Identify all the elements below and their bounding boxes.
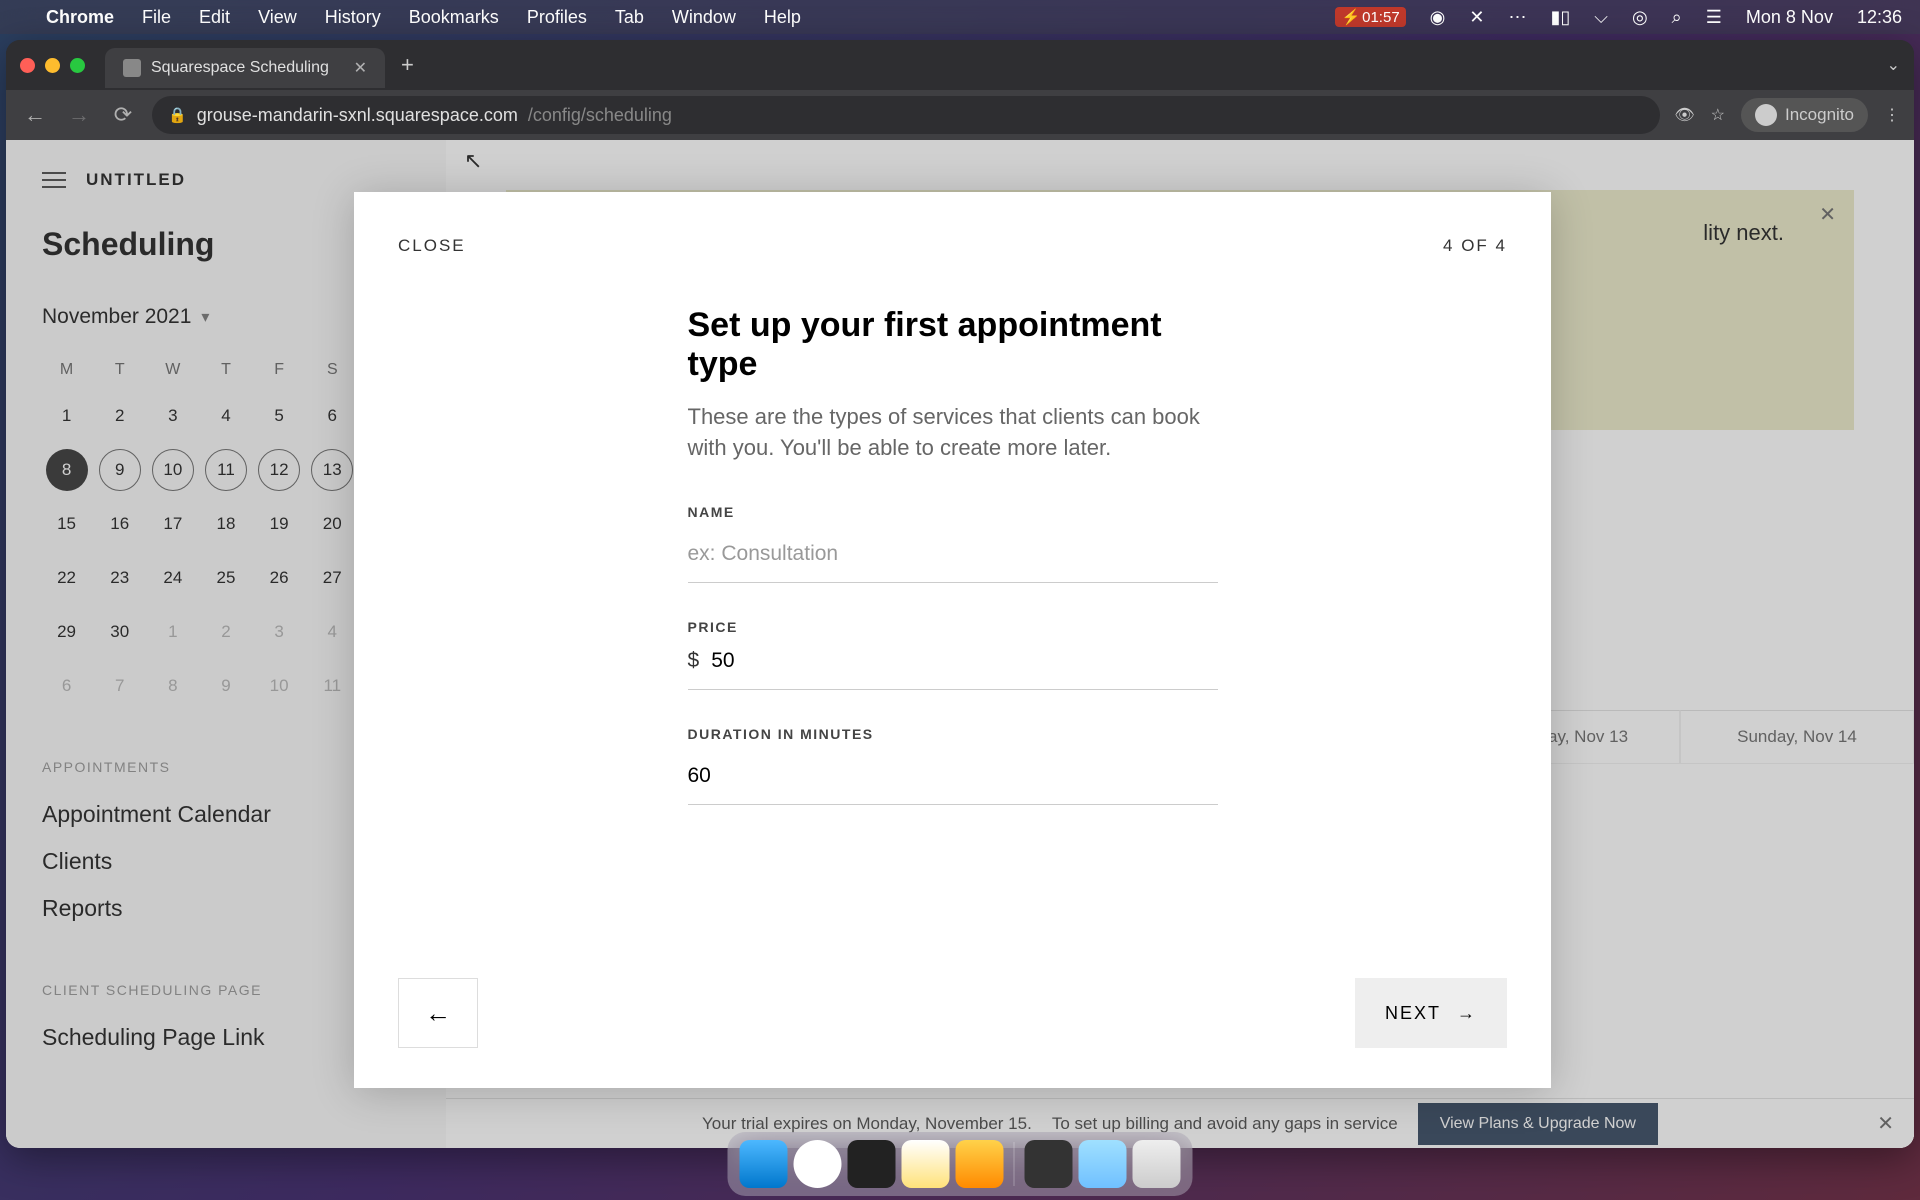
modal-step-indicator: 4 OF 4: [1443, 236, 1507, 256]
wifi-icon[interactable]: ⌵: [1594, 7, 1608, 28]
menu-tab[interactable]: Tab: [615, 7, 644, 28]
chrome-toolbar: ← → ⟳ 🔒 grouse-mandarin-sxnl.squarespace…: [6, 90, 1914, 140]
menu-history[interactable]: History: [325, 7, 381, 28]
menu-file[interactable]: File: [142, 7, 171, 28]
chrome-window: Squarespace Scheduling ✕ + ⌄ ← → ⟳ 🔒 gro…: [6, 40, 1914, 1148]
menu-window[interactable]: Window: [672, 7, 736, 28]
status-icon-2[interactable]: ✕: [1469, 7, 1484, 28]
reload-button[interactable]: ⟳: [108, 102, 138, 128]
status-icon-1[interactable]: ◉: [1430, 7, 1446, 28]
setup-modal: CLOSE 4 OF 4 Set up your first appointme…: [354, 192, 1551, 1088]
url-host: grouse-mandarin-sxnl.squarespace.com: [197, 105, 518, 126]
dock-finder-icon[interactable]: [740, 1140, 788, 1188]
window-minimize-button[interactable]: [45, 58, 60, 73]
forward-button[interactable]: →: [64, 102, 94, 128]
arrow-left-icon: ←: [425, 998, 451, 1029]
menubar-app-name[interactable]: Chrome: [46, 7, 114, 28]
window-close-button[interactable]: [20, 58, 35, 73]
menu-profiles[interactable]: Profiles: [527, 7, 587, 28]
browser-tab[interactable]: Squarespace Scheduling ✕: [105, 48, 385, 88]
name-label: NAME: [688, 504, 1218, 520]
tab-close-icon[interactable]: ✕: [354, 58, 367, 78]
page-content: UNTITLED Scheduling November 2021 ▾ ‹ MT…: [6, 140, 1914, 1148]
dock-trash-icon[interactable]: [1133, 1140, 1181, 1188]
spotlight-icon[interactable]: ⌕: [1672, 7, 1682, 28]
menubar-time[interactable]: 12:36: [1857, 7, 1902, 28]
macos-menubar: Chrome File Edit View History Bookmarks …: [0, 0, 1920, 34]
next-button[interactable]: NEXT →: [1355, 978, 1507, 1048]
modal-close-button[interactable]: CLOSE: [398, 236, 466, 256]
incognito-icon: [1755, 104, 1777, 126]
dock-chrome-icon[interactable]: [794, 1140, 842, 1188]
chrome-menu-icon[interactable]: ⋮: [1884, 105, 1900, 125]
back-button[interactable]: ←: [20, 102, 50, 128]
status-icon-3[interactable]: ⋯: [1508, 7, 1526, 28]
tab-favicon-icon: [123, 59, 141, 77]
lock-icon[interactable]: 🔒: [168, 106, 187, 124]
modal-subtitle: These are the types of services that cli…: [688, 402, 1218, 464]
name-input[interactable]: [688, 534, 1218, 583]
arrow-right-icon: →: [1457, 1003, 1477, 1024]
dock-folder-icon[interactable]: [1025, 1140, 1073, 1188]
url-path: /config/scheduling: [528, 105, 672, 126]
price-label: PRICE: [688, 619, 1218, 635]
menu-edit[interactable]: Edit: [199, 7, 230, 28]
window-maximize-button[interactable]: [70, 58, 85, 73]
currency-symbol: $: [688, 649, 700, 673]
modal-title: Set up your first appointment type: [688, 306, 1218, 384]
dock-screenshot-icon[interactable]: [1079, 1140, 1127, 1188]
dock-terminal-icon[interactable]: [848, 1140, 896, 1188]
dock-separator: [1014, 1142, 1015, 1186]
duration-input[interactable]: [688, 756, 1218, 805]
tab-overflow-icon[interactable]: ⌄: [1887, 55, 1900, 75]
menu-bookmarks[interactable]: Bookmarks: [409, 7, 499, 28]
eye-off-icon[interactable]: 👁: [1674, 105, 1694, 125]
macos-dock: [728, 1132, 1193, 1196]
address-bar[interactable]: 🔒 grouse-mandarin-sxnl.squarespace.com/c…: [152, 96, 1660, 134]
battery-icon[interactable]: ▮▯: [1550, 7, 1570, 28]
back-button-modal[interactable]: ←: [398, 978, 478, 1048]
battery-status-icon[interactable]: ⚡01:57: [1335, 7, 1405, 27]
star-icon[interactable]: ☆: [1711, 105, 1725, 125]
tab-title: Squarespace Scheduling: [151, 59, 329, 77]
incognito-badge[interactable]: Incognito: [1741, 98, 1868, 132]
menubar-date[interactable]: Mon 8 Nov: [1746, 7, 1833, 28]
dock-notes-icon[interactable]: [902, 1140, 950, 1188]
next-label: NEXT: [1385, 1003, 1441, 1024]
duration-label: DURATION IN MINUTES: [688, 726, 1218, 742]
window-controls: [20, 58, 85, 73]
incognito-label: Incognito: [1785, 105, 1854, 125]
dock-app-icon[interactable]: [956, 1140, 1004, 1188]
price-input[interactable]: [711, 649, 1217, 673]
menu-view[interactable]: View: [258, 7, 297, 28]
menu-help[interactable]: Help: [764, 7, 801, 28]
control-center-icon[interactable]: ☰: [1706, 7, 1722, 28]
chrome-tab-strip: Squarespace Scheduling ✕ + ⌄: [6, 40, 1914, 90]
user-icon[interactable]: ◎: [1632, 7, 1648, 28]
new-tab-button[interactable]: +: [401, 52, 414, 78]
